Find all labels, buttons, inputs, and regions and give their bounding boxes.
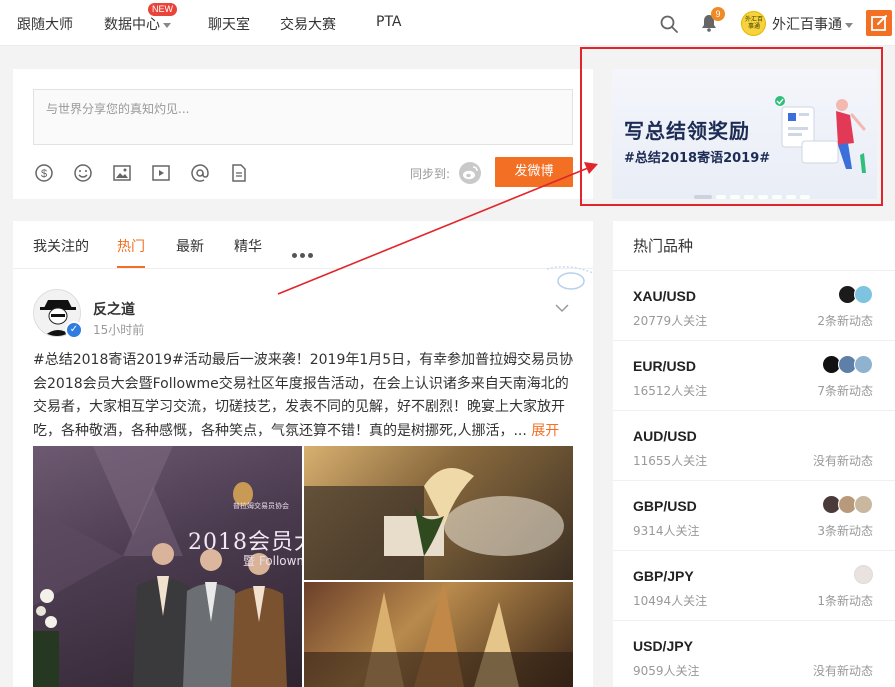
list-item[interactable]: XAU/USD 20779人关注 2条新动态 bbox=[613, 271, 895, 341]
compose-input[interactable]: 与世界分享您的真知灼见... bbox=[33, 89, 573, 145]
top-navigation: 跟随大师 数据中心 NEW 聊天室 交易大赛 PTA 9 外汇百事通 外汇百事通 bbox=[0, 0, 895, 46]
hot-products-title: 热门品种 bbox=[633, 237, 694, 255]
feed-tabs: 我关注的 热门 最新 精华 bbox=[13, 221, 593, 269]
user-menu[interactable]: 外汇百事通 bbox=[772, 14, 853, 34]
symbol: XAU/USD bbox=[633, 288, 697, 304]
chevron-down-icon[interactable] bbox=[555, 303, 569, 313]
image-backdrop bbox=[304, 468, 564, 580]
video-icon[interactable] bbox=[151, 163, 171, 183]
post-time: 15小时前 bbox=[93, 323, 145, 337]
follower-count: 9314人关注 bbox=[633, 524, 700, 538]
news-count: 没有新动态 bbox=[812, 454, 873, 468]
avatar bbox=[854, 565, 873, 584]
avatar[interactable]: 外汇百事通 bbox=[741, 11, 766, 36]
top-stamp-icon bbox=[546, 266, 593, 290]
avatar-text: 外汇百事通 bbox=[744, 16, 763, 30]
follower-count: 20779人关注 bbox=[633, 314, 708, 328]
follower-count: 16512人关注 bbox=[633, 384, 708, 398]
tab-hot[interactable]: 热门 bbox=[117, 236, 145, 256]
verified-badge-icon: ✓ bbox=[65, 321, 83, 339]
tab-featured[interactable]: 精华 bbox=[234, 236, 262, 256]
follower-avatars bbox=[838, 285, 873, 305]
news-count: 3条新动态 bbox=[817, 524, 873, 538]
nav-item-chatroom[interactable]: 聊天室 bbox=[208, 14, 250, 34]
list-item[interactable]: GBP/JPY 10494人关注 1条新动态 bbox=[613, 551, 895, 621]
news-count: 2条新动态 bbox=[817, 314, 873, 328]
more-icon[interactable] bbox=[292, 243, 316, 258]
compose-box: 与世界分享您的真知灼见... $ 同步到: 发微博 bbox=[13, 69, 593, 199]
notification-count-badge: 9 bbox=[711, 7, 725, 21]
expand-link[interactable]: 展开 bbox=[531, 423, 559, 439]
symbol: GBP/USD bbox=[633, 498, 697, 514]
feed-panel: 我关注的 热门 最新 精华 ✓ 反之道 15小时前 #总结2018寄语2019#… bbox=[13, 221, 593, 687]
news-count: 7条新动态 bbox=[817, 384, 873, 398]
symbol: GBP/JPY bbox=[633, 568, 694, 584]
follower-avatars bbox=[822, 495, 873, 515]
tab-latest[interactable]: 最新 bbox=[176, 236, 204, 256]
nav-item-pta[interactable]: PTA bbox=[376, 14, 401, 30]
search-icon[interactable] bbox=[659, 14, 679, 34]
nav-item-trading-contest[interactable]: 交易大赛 bbox=[280, 14, 336, 34]
follower-avatars bbox=[854, 565, 873, 585]
person-right bbox=[231, 553, 287, 687]
list-item[interactable]: GBP/USD 9314人关注 3条新动态 bbox=[613, 481, 895, 551]
new-badge: NEW bbox=[148, 3, 177, 16]
post-image-bottom-right[interactable] bbox=[304, 582, 573, 687]
chevron-down-icon bbox=[163, 22, 171, 28]
list-item[interactable]: AUD/USD 11655人关注 没有新动态 bbox=[613, 411, 895, 481]
compose-placeholder: 与世界分享您的真知灼见... bbox=[46, 102, 190, 116]
board-subtitle-text: 暨 Followme交易社区年度 bbox=[243, 554, 302, 568]
board-org-text: 普拉姆交易员协会 bbox=[233, 502, 289, 510]
tab-following[interactable]: 我关注的 bbox=[33, 236, 89, 256]
image-backdrop bbox=[304, 582, 573, 687]
nav-item-data-center[interactable]: 数据中心 NEW bbox=[104, 3, 177, 34]
nav-item-follow-masters[interactable]: 跟随大师 bbox=[17, 14, 73, 34]
avatar bbox=[854, 495, 873, 514]
list-item[interactable]: EUR/USD 16512人关注 7条新动态 bbox=[613, 341, 895, 411]
follower-count: 9059人关注 bbox=[633, 664, 700, 678]
follower-count: 11655人关注 bbox=[633, 454, 708, 468]
document-icon[interactable] bbox=[229, 163, 249, 183]
svg-text:$: $ bbox=[41, 168, 47, 180]
emoji-icon[interactable] bbox=[73, 163, 93, 183]
symbol: AUD/USD bbox=[633, 428, 697, 444]
news-count: 没有新动态 bbox=[812, 664, 873, 678]
user-name: 外汇百事通 bbox=[772, 17, 842, 33]
avatar bbox=[854, 355, 873, 374]
symbol: USD/JPY bbox=[633, 638, 693, 654]
follower-count: 10494人关注 bbox=[633, 594, 708, 608]
follower-avatars bbox=[822, 355, 873, 375]
hot-products-panel: 热门品种 XAU/USD 20779人关注 2条新动态 EUR/USD 1651… bbox=[613, 221, 895, 687]
dollar-icon[interactable]: $ bbox=[34, 163, 54, 183]
person-middle bbox=[183, 549, 239, 687]
weibo-icon[interactable] bbox=[458, 161, 482, 185]
post-image-top-right[interactable] bbox=[304, 446, 573, 580]
image-icon[interactable] bbox=[112, 163, 132, 183]
post-text: #总结2018寄语2019#活动最后一波来袭！2019年1月5日，有幸参加普拉姆… bbox=[33, 352, 574, 439]
compose-button[interactable] bbox=[866, 10, 892, 36]
symbol: EUR/USD bbox=[633, 358, 697, 374]
news-count: 1条新动态 bbox=[817, 594, 873, 608]
list-item[interactable]: USD/JPY 9059人关注 没有新动态 bbox=[613, 621, 895, 687]
active-tab-indicator bbox=[117, 266, 145, 268]
mention-icon[interactable] bbox=[190, 163, 210, 183]
highlight-frame bbox=[580, 47, 883, 206]
nav-item-label: 数据中心 bbox=[104, 17, 160, 33]
sync-label: 同步到: bbox=[410, 167, 451, 181]
post-content: #总结2018寄语2019#活动最后一波来袭！2019年1月5日，有幸参加普拉姆… bbox=[33, 349, 575, 443]
post-button[interactable]: 发微博 bbox=[495, 157, 573, 187]
avatar bbox=[854, 285, 873, 304]
chevron-down-icon bbox=[845, 22, 853, 28]
post-image-main[interactable]: 普拉姆交易员协会 2018会员大 暨 Followme交易社区年度 bbox=[33, 446, 302, 687]
post-author[interactable]: 反之道 bbox=[93, 299, 135, 319]
